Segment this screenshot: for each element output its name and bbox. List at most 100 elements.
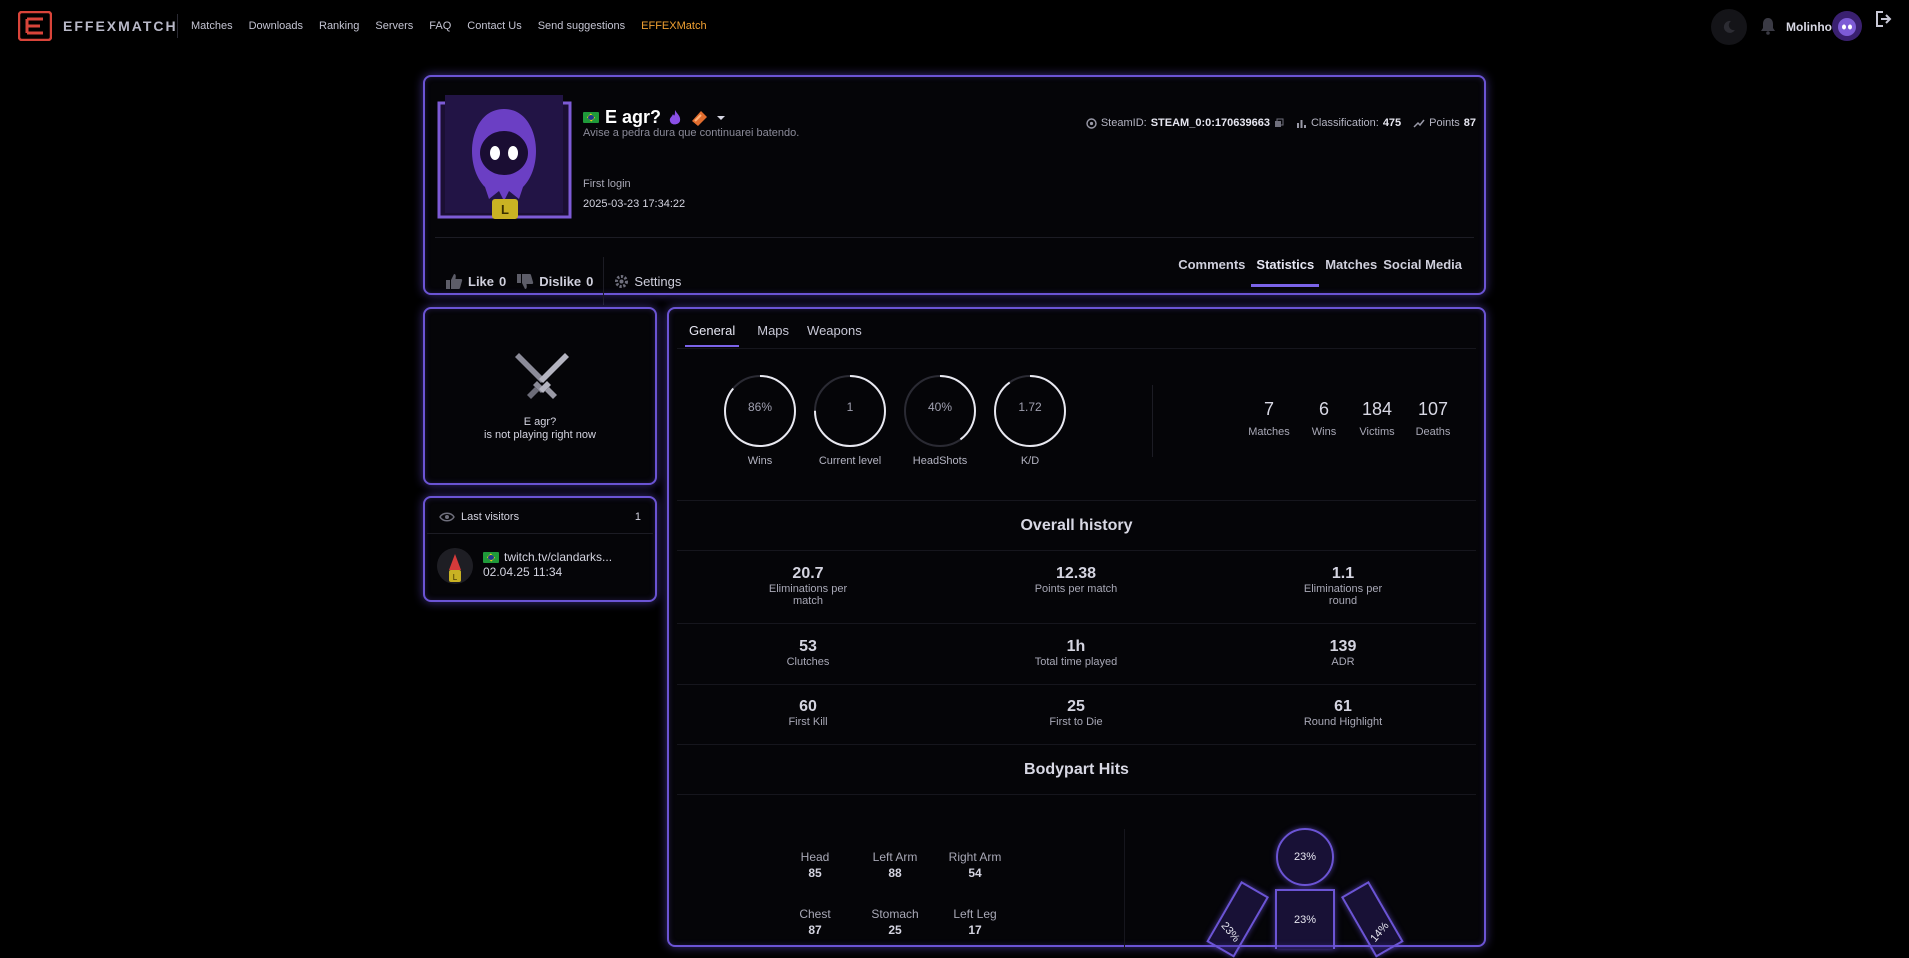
tab-comments[interactable]: Comments [1178,257,1245,287]
thumbs-down-icon [517,273,534,289]
wins-ring-value: 86% [747,400,773,414]
profile-avatar: L [437,91,572,219]
total-deaths-label: Deaths [1415,426,1451,438]
tab-social-media[interactable]: Social Media [1383,257,1462,287]
settings-label: Settings [634,273,682,289]
stat-label: ADR [1331,656,1355,668]
dislike-label: Dislike [539,273,582,289]
nav-link-servers[interactable]: Servers [375,20,413,32]
nav-divider [177,14,178,38]
steam-icon [1086,117,1097,129]
nav-link-contact[interactable]: Contact Us [467,20,521,32]
classification-value: 475 [1382,117,1402,129]
chevron-down-icon[interactable] [715,114,727,122]
bodypart-stomach: Stomach 25 [855,907,935,937]
stat-eliminations-per-round: 1.1 Eliminations per round [1273,565,1413,607]
settings-button[interactable]: Settings [614,274,681,289]
stat-value: 25 [1067,698,1085,715]
stat-label: Points per match [1034,583,1118,595]
stat-adr: 139 ADR [1273,638,1413,668]
top-navbar: EFFEXMATCH Matches Downloads Ranking Ser… [0,0,1909,52]
effexmatch-logo-icon[interactable] [18,11,52,41]
visitor-name[interactable]: twitch.tv/clandarks... [504,550,612,564]
bell-icon[interactable] [1760,17,1776,35]
brand-name[interactable]: EFFEXMATCH [63,18,178,34]
tab-matches[interactable]: Matches [1325,257,1377,287]
tab-statistics[interactable]: Statistics [1251,257,1320,287]
status-text: is not playing right now [484,429,596,441]
gear-icon [615,274,629,288]
playing-status-card: E agr? is not playing right now [423,307,657,485]
copy-icon[interactable] [1274,118,1284,128]
total-matches-label: Matches [1248,426,1290,438]
figure-right-arm-value: 14% [1368,920,1392,945]
profile-tabs: Comments Statistics Matches Social Media [1178,257,1462,287]
moon-icon [1723,20,1735,33]
nav-link-downloads[interactable]: Downloads [249,20,303,32]
visitor-avatar[interactable]: L [437,548,473,584]
total-victims: 184 Victims [1349,399,1405,438]
bodypart-value: 87 [808,923,822,937]
profile-name: E agr? [605,107,662,127]
nav-link-ranking[interactable]: Ranking [319,20,359,32]
tab-general[interactable]: General [685,323,740,347]
profile-actions: Like 0 Dislike 0 Settings [445,257,691,305]
kd-ring: 1.72 K/D [992,373,1068,467]
total-victims-value: 184 [1361,399,1393,419]
stat-label: Round Highlight [1303,716,1383,728]
first-login-label: First login [583,178,631,190]
bodypart-left-arm: Left Arm 88 [855,850,935,880]
bodypart-value: 25 [888,923,902,937]
classification-label: Classification: [1310,117,1379,129]
nav-link-suggestions[interactable]: Send suggestions [538,20,625,32]
nav-link-effexmatch[interactable]: EFFEXMatch [641,20,706,32]
bodypart-label: Right Arm [948,850,1002,864]
stat-round-highlight: 61 Round Highlight [1273,698,1413,728]
like-button[interactable]: Like 0 [445,273,506,290]
steam-id-value: STEAM_0:0:170639663 [1150,117,1270,129]
svg-text:L: L [501,202,509,217]
brazil-flag-icon [583,112,599,123]
eye-icon [439,512,455,522]
stat-value: 20.7 [792,565,824,582]
stat-value: 12.38 [1055,565,1097,582]
figure-right-arm: 14% [1341,881,1404,958]
logout-icon[interactable] [1874,10,1892,28]
stat-value: 1.1 [1331,565,1355,582]
tab-maps[interactable]: Maps [757,323,789,347]
bodypart-label: Chest [799,907,831,921]
username[interactable]: Molinho [1786,20,1832,34]
stat-value: 1h [1066,638,1086,655]
tabs-divider [677,348,1476,349]
bodypart-head: Head 85 [775,850,855,880]
stat-clutches: 53 Clutches [738,638,878,668]
theme-toggle-button[interactable] [1711,9,1747,45]
stat-label: Eliminations per match [768,583,848,607]
crossed-swords-icon [515,353,569,399]
level-ring: 1 Current level [812,373,888,467]
level-ring-value: 1 [846,400,854,414]
nav-link-matches[interactable]: Matches [191,20,233,32]
user-avatar[interactable] [1832,11,1862,41]
headshots-ring-value: 40% [927,400,953,414]
overall-row-divider [677,684,1476,685]
last-visitors-card: Last visitors 1 L twitch.tv/clandarks...… [423,496,657,602]
profile-header: L E agr? Avise a pedra dura que continua… [423,75,1486,305]
kd-ring-value: 1.72 [1018,400,1042,414]
stat-label: Clutches [786,656,830,668]
stat-value: 60 [799,698,817,715]
stat-value: 139 [1329,638,1357,655]
tab-weapons[interactable]: Weapons [807,323,862,347]
dislike-button[interactable]: Dislike 0 [516,273,593,290]
visitors-divider [427,533,653,534]
stat-label: First Kill [788,716,828,728]
rings-section-divider [677,500,1476,501]
nav-link-faq[interactable]: FAQ [429,20,451,32]
brazil-flag-icon [483,551,499,563]
profile-meta: SteamID: STEAM_0:0:170639663 Classificat… [1086,117,1476,129]
visitor-name-row[interactable]: twitch.tv/clandarks... [483,550,612,564]
visitor-level-badge: L [453,573,458,582]
like-count: 0 [499,273,507,289]
bodypart-value: 88 [888,866,902,880]
trend-up-icon [1413,119,1425,128]
